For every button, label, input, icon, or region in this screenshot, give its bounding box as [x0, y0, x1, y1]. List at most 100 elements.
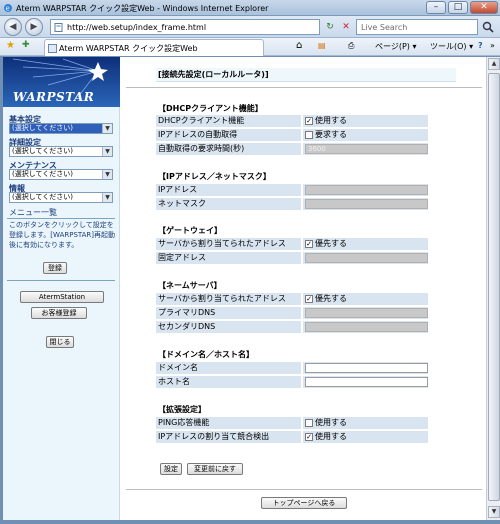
help-icon[interactable]: ?	[478, 41, 483, 50]
row-value	[303, 376, 428, 388]
row-value: ✓ 優先する	[303, 293, 428, 305]
row-value	[303, 307, 428, 319]
form-row: プライマリDNS	[156, 307, 428, 319]
row-value	[303, 198, 428, 210]
more-commands-icon[interactable]: »	[490, 41, 495, 50]
page-menu[interactable]: ページ(P) ▾	[375, 41, 416, 52]
section-title-ip: 【IPアドレス／ネットマスク】	[158, 172, 271, 181]
request-time-field[interactable]: 3600	[305, 144, 428, 154]
scroll-down-icon[interactable]: ▼	[488, 506, 500, 518]
row-value: 3600	[303, 143, 428, 155]
register-note: このボタンをクリックして設定を登録します。[WARPSTAR]再起動後に有効にな…	[9, 221, 116, 249]
logo-text: WARPSTAR	[13, 90, 95, 104]
fixed-gateway-field[interactable]	[305, 253, 428, 263]
form-row: 自動取得の要求時間(秒) 3600	[156, 143, 428, 155]
revert-button[interactable]: 変更前に戻す	[187, 463, 243, 475]
aterm-station-button[interactable]: AtermStation	[20, 291, 104, 303]
advanced-settings-select-value: (選択してください)	[12, 147, 74, 155]
row-label: IPアドレス	[156, 184, 301, 196]
set-button[interactable]: 設定	[160, 463, 182, 475]
form-row: ホスト名	[156, 376, 428, 388]
window-titlebar: e Aterm WARPSTAR クイック設定Web - Windows Int…	[0, 0, 500, 16]
chevron-down-icon: ▼	[102, 124, 112, 133]
primary-dns-field[interactable]	[305, 308, 428, 318]
print-icon[interactable]: ⎙	[348, 41, 354, 51]
secondary-dns-field[interactable]	[305, 322, 428, 332]
host-name-field[interactable]	[305, 377, 428, 387]
row-label: プライマリDNS	[156, 307, 301, 319]
form-row: ネットマスク	[156, 198, 428, 210]
minimize-button[interactable]: –	[426, 1, 446, 14]
row-value: ✓ 使用する	[303, 431, 428, 443]
chevron-down-icon: ▼	[102, 147, 112, 156]
section-title-extended: 【拡張設定】	[158, 405, 206, 414]
row-value: 使用する	[303, 417, 428, 429]
form-row: ドメイン名	[156, 362, 428, 374]
row-value	[303, 184, 428, 196]
top-page-button[interactable]: トップページへ戻る	[261, 497, 347, 509]
internet-explorer-icon: e	[4, 4, 12, 13]
gateway-prefer-checkbox[interactable]: ✓	[305, 240, 313, 248]
info-select[interactable]: (選択してください) ▼	[9, 192, 113, 203]
netmask-field[interactable]	[305, 199, 428, 209]
checkbox-label: 優先する	[315, 239, 347, 248]
sidebar: WARPSTAR 基本設定 (選択してください) ▼ 詳細設定 (選択してください…	[3, 57, 120, 520]
warpstar-logo: WARPSTAR	[3, 57, 120, 107]
close-window-button[interactable]: ✕	[470, 1, 498, 14]
sidebar-divider	[7, 280, 115, 281]
page-content: WARPSTAR 基本設定 (選択してください) ▼ 詳細設定 (選択してください…	[3, 57, 486, 520]
row-label: ホスト名	[156, 376, 301, 388]
menu-list-link[interactable]: メニュー一覧	[9, 207, 57, 218]
tab-active[interactable]: Aterm WARPSTAR クイック設定Web	[44, 39, 264, 56]
scroll-thumb[interactable]	[488, 73, 500, 501]
row-value: ✓ 使用する	[303, 115, 428, 127]
close-button[interactable]: 閉じる	[46, 336, 74, 348]
form-row: 固定アドレス	[156, 252, 428, 264]
auto-ip-checkbox[interactable]	[305, 131, 313, 139]
dhcp-client-checkbox[interactable]: ✓	[305, 117, 313, 125]
divider	[126, 489, 482, 490]
row-value	[303, 362, 428, 374]
search-icon[interactable]	[481, 20, 495, 34]
maintenance-select[interactable]: (選択してください) ▼	[9, 169, 113, 180]
form-row: サーバから割り当てられたアドレス ✓ 優先する	[156, 238, 428, 250]
main-form: [接続先設定(ローカルルータ)] 【DHCPクライアント機能】 DHCPクライア…	[120, 57, 486, 520]
sidebar-divider	[7, 218, 115, 219]
row-value	[303, 321, 428, 333]
section-title-gateway: 【ゲートウェイ】	[158, 226, 222, 235]
favorites-star-icon[interactable]: ★	[6, 40, 15, 51]
add-favorite-icon[interactable]: ✚	[22, 40, 30, 50]
chevron-down-icon: ▼	[102, 193, 112, 202]
address-input[interactable]: http://web.setup/index_frame.html	[50, 19, 320, 35]
customer-register-button[interactable]: お客様登録	[31, 307, 87, 319]
ip-address-field[interactable]	[305, 185, 428, 195]
domain-name-field[interactable]	[305, 363, 428, 373]
stop-icon[interactable]: ✕	[339, 20, 353, 34]
form-row: IPアドレスの自動取得 要求する	[156, 129, 428, 141]
checkbox-label: 要求する	[315, 130, 347, 139]
row-label: IPアドレスの割り当て競合検出	[156, 431, 301, 443]
feeds-icon[interactable]: ▤	[318, 41, 326, 50]
ping-response-checkbox[interactable]	[305, 419, 313, 427]
row-value	[303, 252, 428, 264]
tools-menu[interactable]: ツール(O) ▾	[430, 41, 473, 52]
basic-settings-select[interactable]: (選択してください) ▼	[9, 123, 113, 134]
back-button[interactable]: ◀	[4, 18, 22, 36]
scroll-up-icon[interactable]: ▲	[488, 58, 500, 70]
ip-conflict-checkbox[interactable]: ✓	[305, 433, 313, 441]
advanced-settings-select[interactable]: (選択してください) ▼	[9, 146, 113, 157]
home-icon[interactable]: ⌂	[296, 40, 302, 51]
page-title: [接続先設定(ローカルルータ)]	[156, 68, 456, 82]
dns-prefer-checkbox[interactable]: ✓	[305, 295, 313, 303]
search-placeholder: Live Search	[361, 23, 408, 32]
register-button[interactable]: 登録	[43, 262, 67, 274]
search-input[interactable]: Live Search	[356, 19, 478, 35]
forward-button[interactable]: ▶	[25, 18, 43, 36]
row-label: DHCPクライアント機能	[156, 115, 301, 127]
tab-bar: ★ ✚ Aterm WARPSTAR クイック設定Web ⌂ ▤ ⎙ ページ(P…	[0, 38, 500, 56]
page-icon	[54, 23, 63, 32]
maximize-button[interactable]: □	[448, 1, 468, 14]
checkbox-label: 使用する	[315, 432, 347, 441]
vertical-scrollbar[interactable]: ▲ ▼	[486, 57, 500, 520]
refresh-icon[interactable]: ↻	[323, 20, 337, 34]
